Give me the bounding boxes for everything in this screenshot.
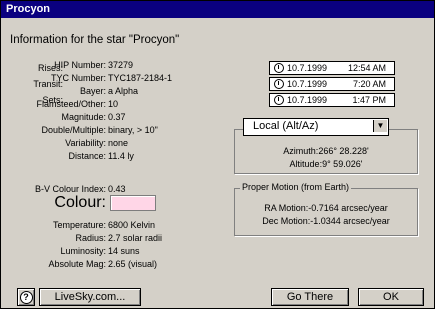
info-value: none xyxy=(108,138,129,148)
time-date: 10.7.1999 xyxy=(287,63,328,73)
physical-label: Temperature: xyxy=(52,220,106,230)
info-value: 0.37 xyxy=(108,112,126,122)
dec-motion-line: Dec Motion:-1.0344 arcsec/year xyxy=(235,216,417,226)
time-label: Rises: xyxy=(37,63,63,73)
info-row-variability: Variability: none xyxy=(6,137,221,149)
time-time: 12:54 AM xyxy=(347,63,386,73)
go-there-button[interactable]: Go There xyxy=(271,288,349,306)
ra-motion-line: RA Motion:-0.7164 arcsec/year xyxy=(235,203,417,213)
info-row-double: Double/Multiple: binary, > 10" xyxy=(6,124,221,136)
ok-button[interactable]: OK xyxy=(358,288,424,306)
dec-motion-label: Dec Motion: xyxy=(262,216,311,226)
physical-value: 2.7 solar radii xyxy=(108,233,163,243)
star-info-window: Procyon Information for the star "Procyo… xyxy=(0,0,435,309)
help-icon: ? xyxy=(19,291,33,304)
clock-icon xyxy=(274,95,284,105)
info-label: Distance: xyxy=(68,151,106,161)
info-value: 37279 xyxy=(108,60,134,70)
coordinate-system-select[interactable]: Local (Alt/Az) ▼ xyxy=(243,118,389,136)
info-label: Double/Multiple: xyxy=(41,125,106,135)
info-value: 11.4 ly xyxy=(108,151,134,161)
physical-label: Radius: xyxy=(75,233,106,243)
info-value: binary, > 10" xyxy=(108,125,158,135)
colour-row: Colour: xyxy=(6,194,221,212)
chevron-down-icon[interactable]: ▼ xyxy=(373,120,387,132)
physical-label: Luminosity: xyxy=(60,246,106,256)
azimuth-line: Azimuth:266° 28.228' xyxy=(235,146,417,156)
help-button[interactable]: ? xyxy=(17,288,35,306)
time-date: 10.7.1999 xyxy=(287,95,328,105)
info-row-distance: Distance: 11.4 ly xyxy=(6,150,221,162)
info-row-magnitude: Magnitude: 0.37 xyxy=(6,111,221,123)
ra-motion-value: -0.7164 arcsec/year xyxy=(308,203,388,213)
info-value: 10 xyxy=(108,99,119,109)
physical-value: 14 suns xyxy=(108,246,140,256)
time-label: Sets: xyxy=(42,95,63,105)
info-row-flamsteed: Flamsteed/Other: 10 xyxy=(6,98,221,110)
colour-label: Colour: xyxy=(54,194,106,211)
info-value: a Alpha xyxy=(108,86,139,96)
clock-icon xyxy=(274,63,284,73)
altitude-label: Altitude: xyxy=(289,159,323,169)
sets-field[interactable]: 10.7.1999 1:47 PM xyxy=(269,93,395,107)
altitude-value: 9° 59.026' xyxy=(322,159,363,169)
rises-field[interactable]: 10.7.1999 12:54 AM xyxy=(269,61,395,75)
time-time: 1:47 PM xyxy=(352,95,386,105)
physical-value: 6800 Kelvin xyxy=(108,220,156,230)
clock-icon xyxy=(274,79,284,89)
page-heading: Information for the star "Procyon" xyxy=(10,34,180,46)
azimuth-label: Azimuth: xyxy=(283,146,319,156)
window-title: Procyon xyxy=(1,1,434,18)
physical-value: 2.65 (visual) xyxy=(108,259,158,269)
physical-row-absmag: Absolute Mag: 2.65 (visual) xyxy=(6,258,221,270)
azimuth-value: 266° 28.228' xyxy=(318,146,369,156)
dec-motion-value: -1.0344 arcsec/year xyxy=(310,216,390,226)
time-label: Transit: xyxy=(33,79,63,89)
proper-motion-title: Proper Motion (from Earth) xyxy=(240,182,352,192)
physical-row-temperature: Temperature: 6800 Kelvin xyxy=(6,219,221,231)
info-label: Magnitude: xyxy=(61,112,106,122)
proper-motion-group: Proper Motion (from Earth) RA Motion:-0.… xyxy=(234,182,418,236)
info-label: Variability: xyxy=(65,138,106,148)
coordinate-system-value: Local (Alt/Az) xyxy=(253,120,319,132)
time-date: 10.7.1999 xyxy=(287,79,328,89)
altitude-line: Altitude:9° 59.026' xyxy=(235,159,417,169)
ra-motion-label: RA Motion: xyxy=(264,203,309,213)
colour-swatch xyxy=(110,195,156,211)
physical-label: Absolute Mag: xyxy=(48,259,106,269)
physical-row-radius: Radius: 2.7 solar radii xyxy=(6,232,221,244)
transit-field[interactable]: 10.7.1999 7:20 AM xyxy=(269,77,395,91)
livesky-button[interactable]: LiveSky.com... xyxy=(39,288,141,306)
time-time: 7:20 AM xyxy=(352,79,386,89)
info-value: TYC187-2184-1 xyxy=(108,73,173,83)
physical-row-luminosity: Luminosity: 14 suns xyxy=(6,245,221,257)
